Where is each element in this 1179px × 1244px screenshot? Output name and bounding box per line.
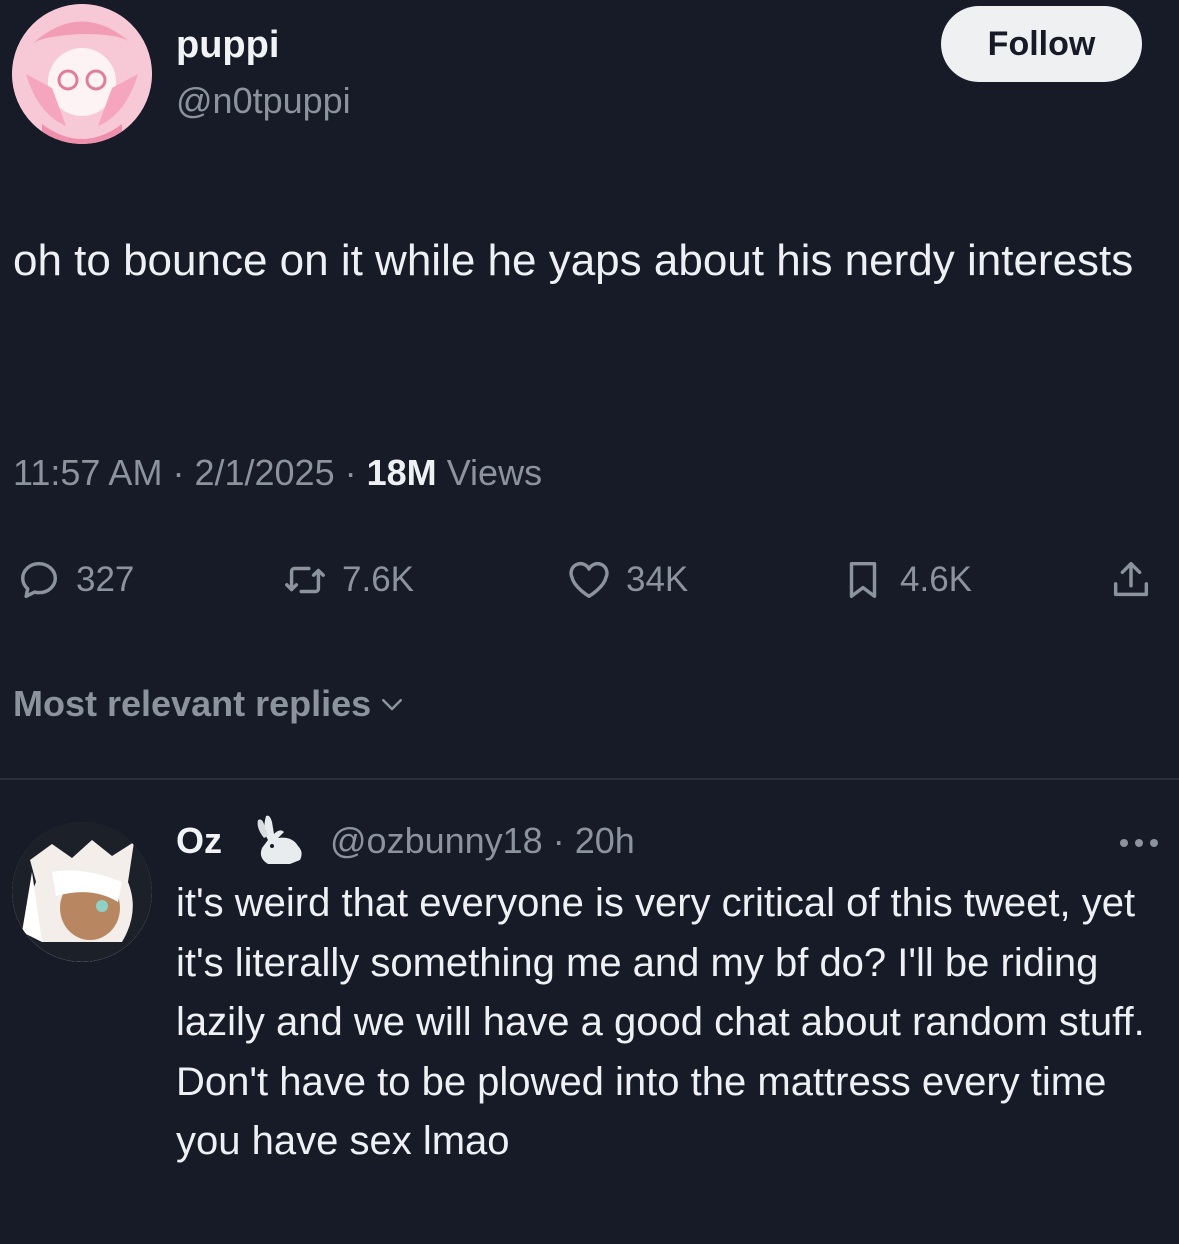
replies-sort-dropdown[interactable]: Most relevant replies (13, 683, 407, 725)
author-display-name[interactable]: puppi (176, 24, 279, 67)
tweet-text: oh to bounce on it while he yaps about h… (13, 236, 1134, 285)
author-avatar[interactable] (12, 4, 152, 144)
bunny-icon (257, 815, 302, 864)
retweet-button[interactable]: 7.6K (282, 555, 414, 605)
like-count: 34K (626, 560, 689, 599)
author-handle[interactable]: @n0tpuppi (176, 80, 351, 122)
retweet-icon (285, 566, 325, 594)
bookmark-button[interactable]: 4.6K (840, 555, 972, 605)
chevron-down-icon (382, 699, 403, 711)
divider (0, 778, 1179, 780)
meta-separator: · (344, 452, 357, 493)
reply-display-name[interactable]: Oz (176, 820, 222, 862)
reply-handle[interactable]: @ozbunny18 (330, 820, 543, 861)
like-button[interactable]: 34K (566, 555, 688, 605)
reply-handle-time: @ozbunny18 · 20h (330, 820, 635, 862)
replies-sort-label: Most relevant replies (13, 683, 372, 724)
author-avatar-image (12, 4, 152, 144)
bookmark-count: 4.6K (900, 560, 972, 599)
bookmark-icon (849, 561, 877, 599)
tweet-date[interactable]: 2/1/2025 (194, 452, 334, 493)
reply-icon (20, 561, 58, 599)
more-icon[interactable] (1116, 828, 1162, 858)
views-label: Views (446, 452, 543, 493)
share-button[interactable] (1108, 555, 1168, 605)
reply-button[interactable]: 327 (16, 555, 134, 605)
views-count: 18M (366, 452, 437, 493)
reply-separator: · (552, 820, 565, 861)
meta-separator: · (172, 452, 185, 493)
reply-time[interactable]: 20h (575, 820, 635, 861)
follow-button[interactable]: Follow (941, 6, 1142, 82)
tweet-meta: 11:57 AM · 2/1/2025 · 18M Views (13, 452, 542, 494)
reply-avatar-image (12, 822, 152, 962)
reply-count: 327 (76, 560, 135, 599)
reply-author-avatar[interactable] (12, 822, 152, 962)
retweet-count: 7.6K (342, 560, 414, 599)
heart-icon (569, 561, 609, 599)
share-icon (1113, 561, 1149, 597)
tweet-time[interactable]: 11:57 AM (13, 452, 162, 493)
reply-text: it's weird that everyone is very critica… (176, 881, 1145, 1163)
